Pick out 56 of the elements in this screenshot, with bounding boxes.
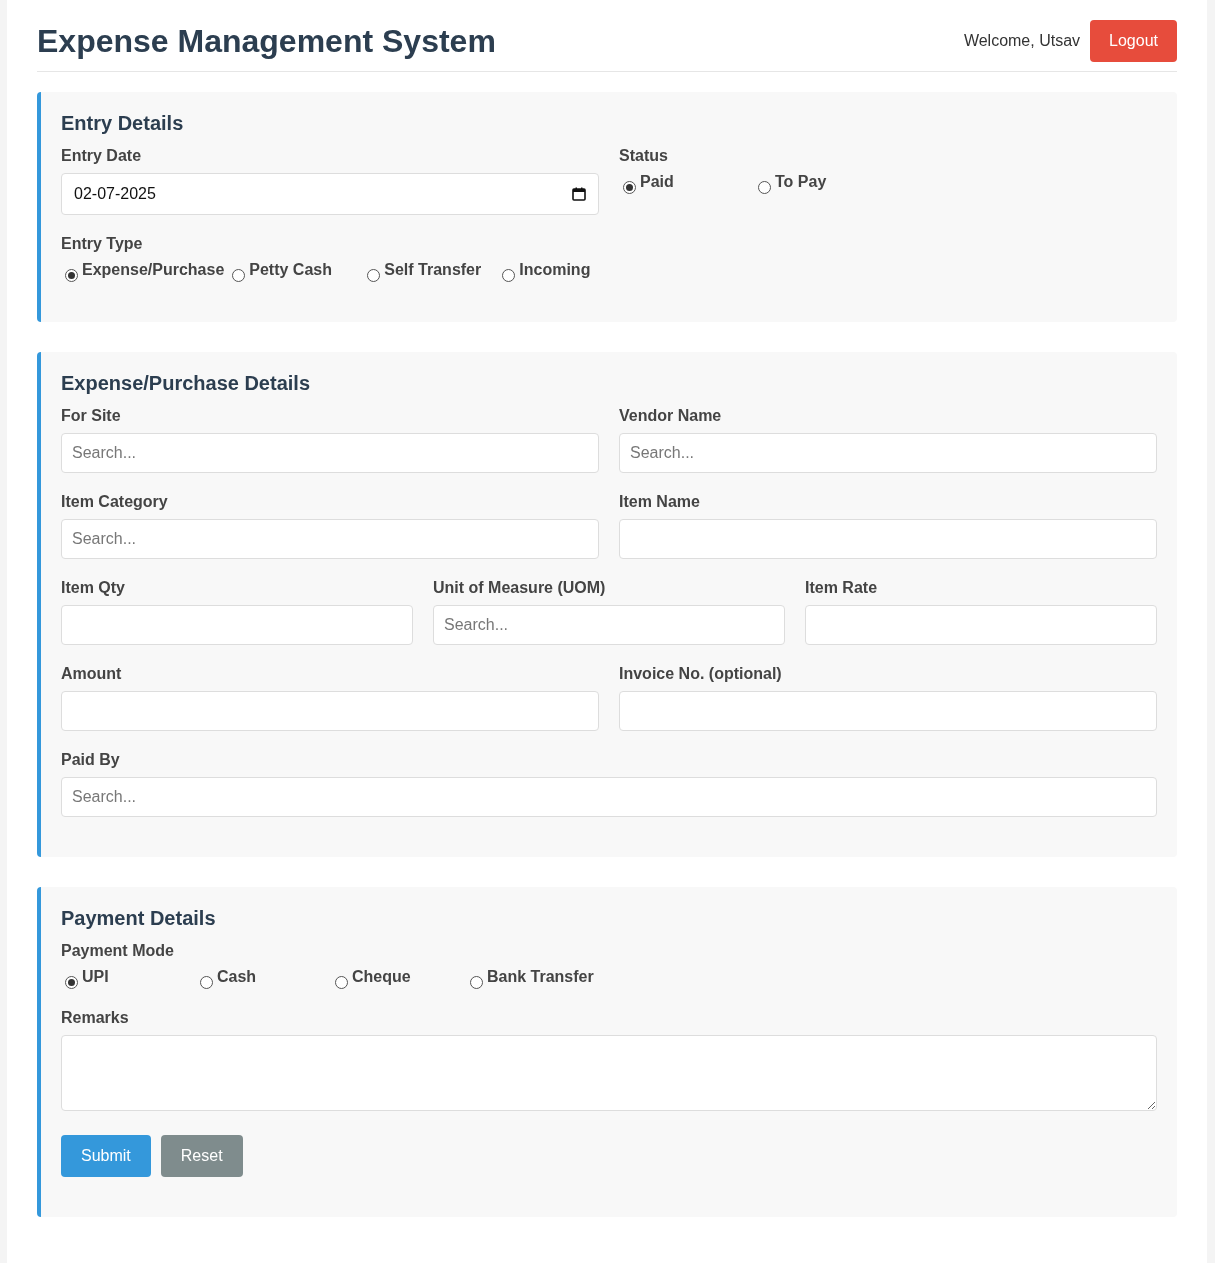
input-field[interactable] [61, 691, 599, 731]
field-label: Invoice No. (optional) [619, 665, 782, 683]
radio-label: Bank Transfer [487, 968, 594, 986]
submit-button[interactable]: Submit [61, 1135, 151, 1177]
radio-label: Self Transfer [384, 261, 482, 279]
search-field[interactable]: Search... [61, 433, 599, 473]
radio-button[interactable] [335, 976, 348, 989]
radio-label: Expense/Purchase [82, 261, 225, 279]
field-label: Item Category [61, 493, 168, 511]
field-label: Status [619, 147, 668, 165]
field-label: Payment Mode [61, 942, 174, 960]
radio-label: Incoming [519, 261, 591, 279]
field-label: Item Qty [61, 579, 125, 597]
radio-button[interactable] [623, 181, 636, 194]
reset-button[interactable]: Reset [160, 1135, 243, 1177]
input-field[interactable] [805, 605, 1157, 645]
field-label: For Site [61, 407, 121, 425]
input-field[interactable] [619, 691, 1157, 731]
field-label: Item Rate [805, 579, 878, 597]
search-field[interactable]: Search... [61, 777, 1157, 817]
radio-button[interactable] [200, 976, 213, 989]
calendar-icon[interactable] [572, 187, 586, 201]
radio-label: Petty Cash [249, 261, 332, 279]
search-field[interactable]: Search... [433, 605, 785, 645]
search-field[interactable]: Search... [61, 519, 599, 559]
radio-button[interactable] [65, 976, 78, 989]
radio-label: Paid [640, 173, 674, 191]
field-label: Paid By [61, 751, 120, 769]
welcome-text: Welcome, Utsav [963, 32, 1081, 50]
section-title: Entry Details [61, 112, 185, 135]
radio-label: To Pay [775, 173, 827, 191]
radio-label: Cheque [352, 968, 411, 986]
field-label: Amount [61, 665, 122, 683]
input-field[interactable] [61, 605, 413, 645]
radio-button[interactable] [502, 269, 516, 282]
radio-button[interactable] [470, 976, 483, 989]
section-title: Payment Details [61, 907, 217, 930]
radio-label: Cash [217, 968, 257, 986]
field-label: Entry Type [61, 235, 143, 253]
field-label: Remarks [61, 1009, 129, 1027]
field-label: Item Name [619, 493, 700, 511]
field-label: Unit of Measure (UOM) [433, 579, 606, 597]
input-field[interactable] [619, 519, 1157, 559]
field-label: Entry Date [61, 147, 142, 165]
radio-label: UPI [82, 968, 109, 986]
date-field[interactable]: 02-07-2025 [61, 173, 599, 215]
section-title: Expense/Purchase Details [61, 372, 311, 395]
radio-button[interactable] [65, 269, 78, 282]
radio-button[interactable] [232, 269, 246, 282]
logout-button[interactable]: Logout [1090, 20, 1177, 62]
search-field[interactable]: Search... [619, 433, 1157, 473]
radio-button[interactable] [758, 181, 771, 194]
radio-button[interactable] [367, 269, 381, 282]
app-title: Expense Management System [37, 22, 496, 60]
field-label: Vendor Name [619, 407, 722, 425]
remarks-field[interactable] [61, 1035, 1157, 1111]
